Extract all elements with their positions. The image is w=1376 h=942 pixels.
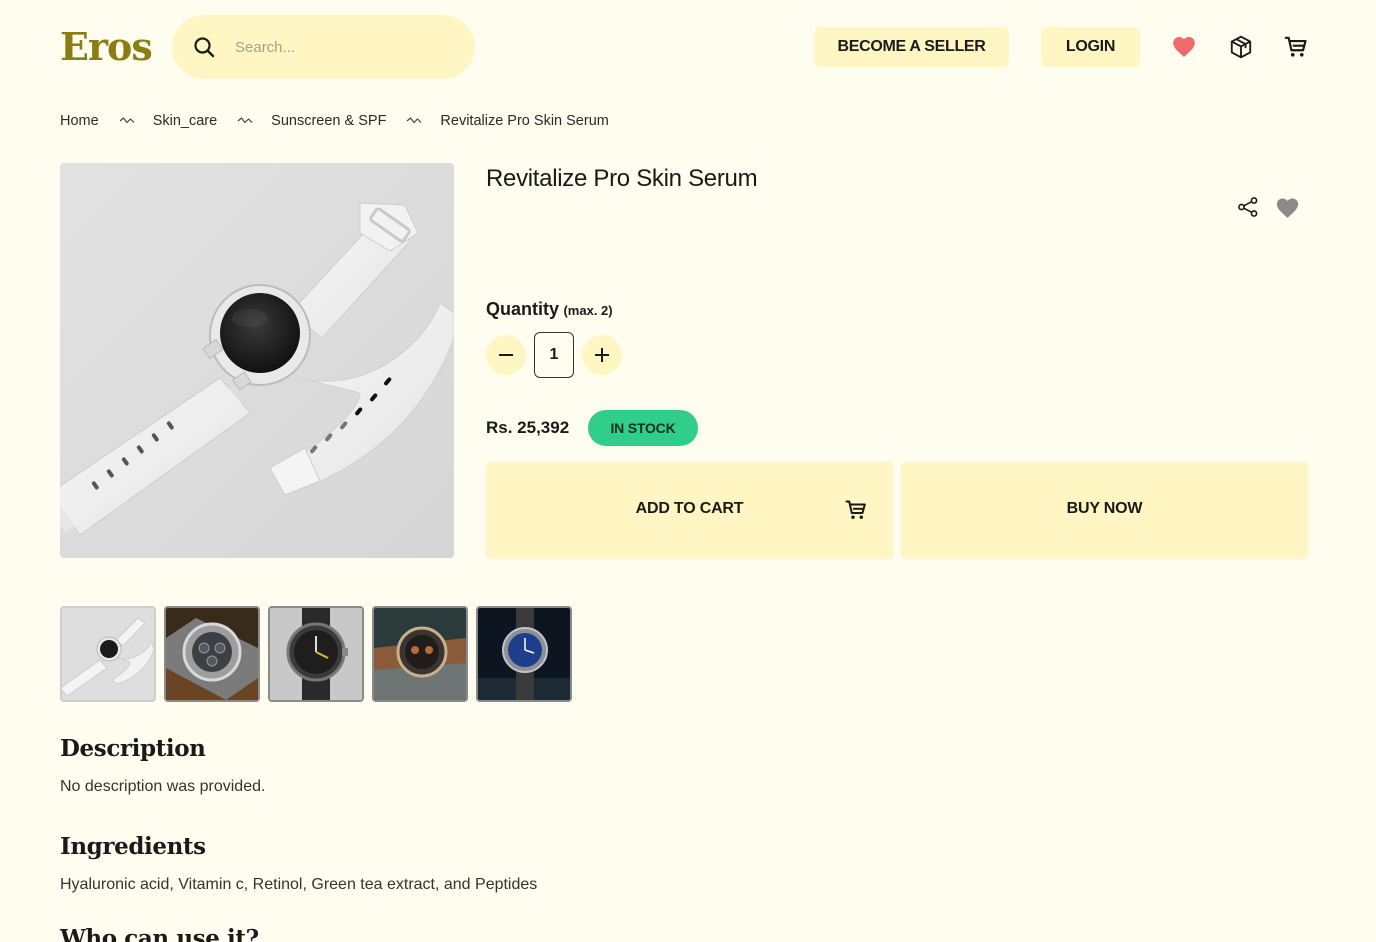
main-product-image (60, 163, 454, 558)
breadcrumb-home[interactable]: Home (60, 113, 99, 129)
description-heading: Description (60, 735, 206, 762)
buy-now-label: BUY NOW (1066, 500, 1143, 517)
smartwatch-image (60, 163, 454, 558)
heart-icon[interactable] (1171, 34, 1197, 60)
breadcrumb-separator-icon (407, 117, 422, 124)
cart-icon[interactable] (1283, 34, 1309, 60)
breadcrumb-separator-icon (119, 117, 135, 124)
favorite-heart-icon[interactable] (1275, 196, 1300, 219)
breadcrumb-current: Revitalize Pro Skin Serum (440, 113, 609, 129)
quantity-input[interactable] (534, 332, 574, 378)
plus-icon (595, 348, 609, 362)
quantity-decrease-button[interactable] (486, 335, 526, 375)
login-button[interactable]: LOGIN (1041, 27, 1140, 67)
stock-status-badge: IN STOCK (588, 410, 698, 446)
thumbnail-blue-dial-watch[interactable] (476, 606, 572, 702)
product-price: Rs. 25,392 (486, 418, 570, 437)
search-input[interactable] (235, 33, 455, 61)
top-header: Eros BECOME A SELLER LOGIN (0, 0, 1376, 95)
breadcrumb-separator-icon (237, 117, 253, 124)
ingredients-heading: Ingredients (60, 833, 206, 860)
add-to-cart-label: ADD TO CART (635, 500, 744, 517)
thumbnail-chronograph-steel-watch[interactable] (164, 606, 260, 702)
package-icon[interactable] (1228, 34, 1254, 60)
ingredients-text: Hyaluronic acid, Vitamin c, Retinol, Gre… (60, 876, 538, 893)
product-page: Eros BECOME A SELLER LOGIN Home (0, 0, 1376, 942)
minus-icon (499, 354, 513, 356)
cart-icon (845, 500, 866, 519)
buy-now-button[interactable]: BUY NOW (901, 462, 1308, 558)
search-bar[interactable] (172, 15, 475, 79)
quantity-label-text: Quantity (486, 299, 560, 319)
quantity-max-text: (max. 2) (563, 303, 613, 318)
thumbnail-strip (60, 606, 572, 702)
thumbnail-chronograph-rock-watch[interactable] (372, 606, 468, 702)
thumbnail-black-leather-watch[interactable] (268, 606, 364, 702)
logo[interactable]: Eros (60, 24, 153, 70)
description-text: No description was provided. (60, 778, 266, 795)
quantity-label: Quantity (max. 2) (486, 299, 613, 320)
quantity-increase-button[interactable] (582, 335, 622, 375)
breadcrumb-sunscreen[interactable]: Sunscreen & SPF (271, 113, 386, 129)
product-title: Revitalize Pro Skin Serum (486, 165, 758, 192)
breadcrumb: Home Skin_care Sunscreen & SPF Revitaliz… (60, 110, 609, 132)
share-icon[interactable] (1237, 196, 1259, 218)
search-icon[interactable] (192, 35, 216, 59)
add-to-cart-button[interactable]: ADD TO CART (486, 462, 893, 558)
who-can-use-heading: Who can use it? (60, 925, 259, 942)
breadcrumb-skin-care[interactable]: Skin_care (153, 113, 217, 129)
become-seller-button[interactable]: BECOME A SELLER (814, 27, 1009, 67)
thumbnail-white-smartwatch[interactable] (60, 606, 156, 702)
